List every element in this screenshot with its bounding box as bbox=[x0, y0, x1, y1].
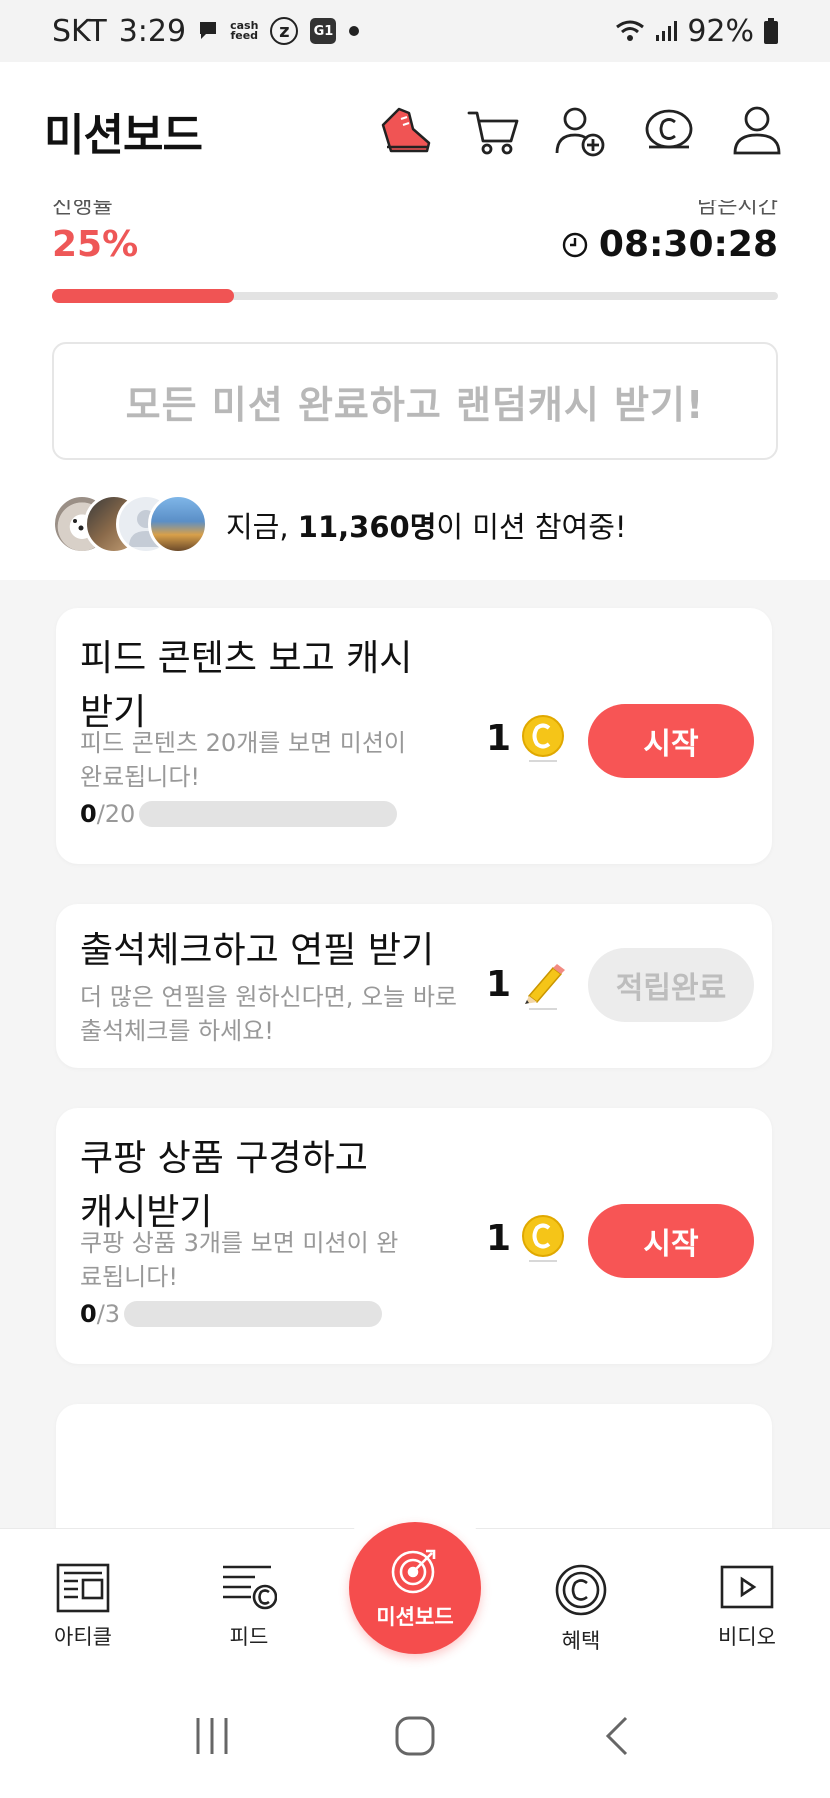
nav-mission-board-label: 미션보드 bbox=[376, 1605, 454, 1629]
signal-icon bbox=[655, 20, 678, 42]
remaining-time-label: 남은시간 bbox=[697, 200, 778, 219]
home-icon bbox=[395, 1716, 435, 1756]
recent-apps-icon bbox=[196, 1718, 228, 1754]
message-icon bbox=[198, 20, 218, 42]
page-title: 미션보드 bbox=[44, 110, 203, 161]
nav-feed[interactable]: 피드 bbox=[166, 1529, 332, 1678]
battery-icon bbox=[764, 18, 778, 44]
profile-icon[interactable] bbox=[728, 102, 786, 160]
mission-board-content: 진행률 25% 남은시간 08:30:28 모든 미션 완료하고 랜덤캐시 받기… bbox=[0, 200, 830, 1528]
participants-count: 11,360명 bbox=[297, 510, 437, 544]
mission-description: 쿠팡 상품 3개를 보면 미션이 완료됩니다! bbox=[80, 1229, 399, 1291]
app-header: 미션보드 bbox=[0, 62, 830, 200]
mission-description: 더 많은 연필을 원하신다면, 오늘 바로 출석체크를 하세요! bbox=[80, 983, 457, 1045]
g-app-icon: G1 bbox=[310, 18, 337, 44]
participants-text: 지금, 11,360명이 미션 참여중! bbox=[226, 504, 627, 546]
mission-reward: 1 bbox=[486, 712, 567, 764]
cashfeed-icon: cash feed bbox=[230, 20, 259, 42]
benefit-icon bbox=[555, 1564, 607, 1616]
mission-reward: 1 bbox=[486, 1212, 567, 1264]
progress-section: 진행률 25% 남은시간 08:30:28 bbox=[0, 200, 830, 310]
cart-icon[interactable] bbox=[464, 102, 522, 160]
nav-video[interactable]: 비디오 bbox=[664, 1529, 830, 1678]
mission-description: 피드 콘텐츠 20개를 보면 미션이 완료됩니다! bbox=[80, 729, 407, 791]
wifi-icon bbox=[615, 19, 645, 43]
mission-card-coupang[interactable]: 쿠팡 상품 구경하고 캐시받기 쿠팡 상품 3개를 보면 미션이 완료됩니다! … bbox=[56, 1108, 772, 1364]
mission-list: 피드 콘텐츠 보고 캐시받기 피드 콘텐츠 20개를 보면 미션이 완료됩니다!… bbox=[0, 580, 830, 1528]
remaining-time-value: 08:30:28 bbox=[598, 224, 778, 265]
carrier-label: SKT bbox=[52, 13, 107, 49]
target-icon bbox=[391, 1549, 436, 1594]
complete-all-banner[interactable]: 모든 미션 완료하고 랜덤캐시 받기! bbox=[52, 342, 778, 460]
participants-row: 지금, 11,360명이 미션 참여중! bbox=[52, 490, 627, 560]
mission-progress: 0 /20 bbox=[80, 800, 398, 828]
z-app-icon-text: z bbox=[279, 20, 290, 42]
back-icon bbox=[606, 1716, 628, 1756]
progress-percent: 25% bbox=[52, 224, 139, 265]
progress-label: 진행률 bbox=[52, 200, 113, 219]
mission-reward: 1 bbox=[486, 958, 567, 1010]
back-button[interactable] bbox=[596, 1714, 640, 1762]
recent-apps-button[interactable] bbox=[190, 1714, 234, 1762]
clock-icon bbox=[562, 232, 588, 257]
nav-article[interactable]: 아티클 bbox=[0, 1529, 166, 1678]
mission-progress-total: /20 bbox=[96, 800, 136, 828]
start-button[interactable]: 시작 bbox=[588, 1204, 754, 1278]
mission-progress: 0 /3 bbox=[80, 1300, 383, 1328]
avatar bbox=[148, 494, 208, 554]
progress-bar bbox=[52, 289, 778, 303]
nav-article-label: 아티클 bbox=[54, 1625, 112, 1649]
pencil-icon bbox=[525, 964, 566, 1010]
article-icon bbox=[56, 1563, 110, 1613]
participants-prefix: 지금, bbox=[226, 510, 298, 544]
cashfeed-icon-text-2: feed bbox=[230, 29, 259, 42]
home-button[interactable] bbox=[393, 1714, 437, 1762]
system-nav bbox=[0, 1678, 830, 1798]
sneaker-icon[interactable] bbox=[376, 102, 434, 160]
g-app-icon-text: G1 bbox=[313, 23, 334, 39]
battery-percent: 92% bbox=[687, 13, 754, 49]
mission-progress-bar bbox=[124, 1301, 383, 1327]
nav-video-label: 비디오 bbox=[718, 1625, 776, 1649]
completed-button[interactable]: 적립완료 bbox=[588, 948, 754, 1022]
z-app-icon: z bbox=[270, 17, 299, 45]
mission-title: 피드 콘텐츠 보고 캐시받기 bbox=[80, 638, 413, 733]
mission-progress-total: /3 bbox=[96, 1300, 121, 1328]
nav-feed-label: 피드 bbox=[229, 1625, 269, 1649]
notification-dot-icon bbox=[348, 25, 360, 37]
reward-amount: 1 bbox=[486, 1217, 512, 1259]
video-icon bbox=[720, 1565, 774, 1609]
cash-coin-icon bbox=[522, 715, 565, 762]
status-time: 3:29 bbox=[118, 13, 187, 49]
mission-progress-current: 0 bbox=[80, 800, 97, 828]
progress-bar-fill bbox=[52, 289, 234, 303]
mission-card-attendance[interactable]: 출석체크하고 연필 받기 더 많은 연필을 원하신다면, 오늘 바로 출석체크를… bbox=[56, 904, 772, 1068]
start-button[interactable]: 시작 bbox=[588, 704, 754, 778]
mission-progress-current: 0 bbox=[80, 1300, 97, 1328]
cash-coin-icon bbox=[522, 1215, 565, 1262]
remaining-time: 08:30:28 bbox=[561, 224, 778, 265]
reward-amount: 1 bbox=[486, 717, 512, 759]
participants-suffix: 이 미션 참여중! bbox=[436, 510, 627, 544]
mission-card-feed[interactable]: 피드 콘텐츠 보고 캐시받기 피드 콘텐츠 20개를 보면 미션이 완료됩니다!… bbox=[56, 608, 772, 864]
avatar-group bbox=[52, 494, 212, 556]
mission-title: 쿠팡 상품 구경하고 캐시받기 bbox=[80, 1138, 368, 1233]
nav-mission-board[interactable]: 미션보드 bbox=[349, 1522, 481, 1654]
coin-icon[interactable] bbox=[640, 102, 698, 160]
feed-icon bbox=[223, 1565, 277, 1610]
reward-amount: 1 bbox=[486, 963, 512, 1005]
nav-benefit-label: 혜택 bbox=[561, 1629, 601, 1653]
mission-title: 출석체크하고 연필 받기 bbox=[80, 930, 435, 971]
status-bar: SKT 3:29 cash feed z G1 92% bbox=[0, 0, 830, 62]
add-friend-icon[interactable] bbox=[552, 102, 610, 160]
nav-benefit[interactable]: 혜택 bbox=[498, 1529, 664, 1678]
mission-progress-bar bbox=[139, 801, 398, 827]
